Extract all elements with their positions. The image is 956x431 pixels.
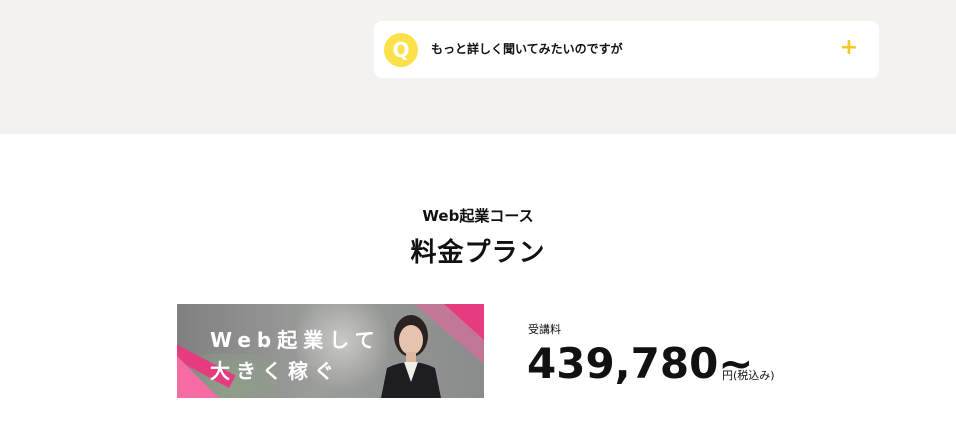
banner-decor-triangle xyxy=(444,304,484,340)
banner-headline-line1: Web起業して xyxy=(210,328,381,352)
fee-amount: 439,780~ xyxy=(527,339,754,388)
expand-plus-icon[interactable]: + xyxy=(839,37,859,59)
fee-label: 受講料 xyxy=(528,323,561,336)
course-subtitle: Web起業コース xyxy=(422,207,534,225)
question-badge-letter: Q xyxy=(392,38,410,62)
faq-section: Q もっと詳しく聞いてみたいのですが + xyxy=(0,0,956,134)
fee-unit: 円(税込み) xyxy=(722,369,775,382)
pricing-title: 料金プラン xyxy=(408,232,548,271)
banner-headline-line2: 大きく稼ぐ xyxy=(210,359,340,383)
question-badge-icon: Q xyxy=(384,33,418,67)
course-banner-image: Web起業して 大きく稼ぐ xyxy=(177,304,484,398)
faq-item[interactable]: Q もっと詳しく聞いてみたいのですが + xyxy=(374,21,879,78)
pricing-title-wrap: 料金プラン xyxy=(0,232,956,271)
faq-question-text: もっと詳しく聞いてみたいのですが xyxy=(431,42,623,56)
person-photo xyxy=(381,315,441,398)
pricing-title-text: 料金プラン xyxy=(410,238,546,268)
